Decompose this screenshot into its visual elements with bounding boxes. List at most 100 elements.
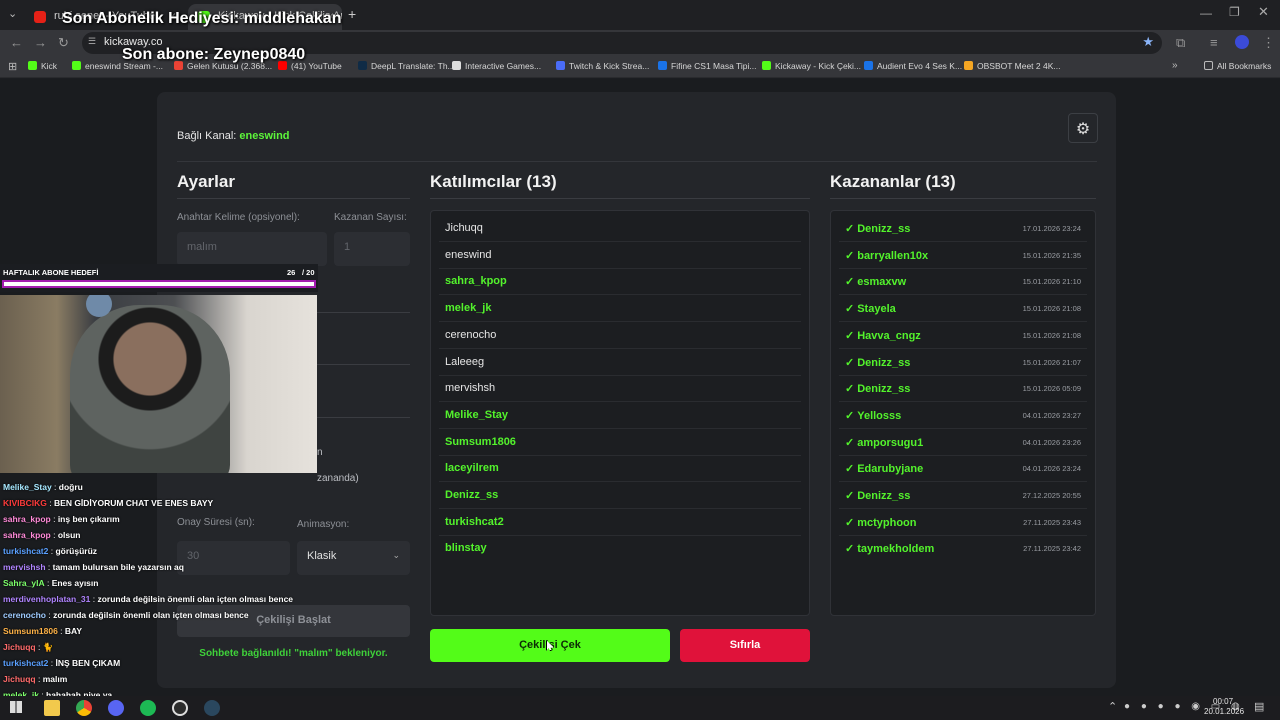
folder-icon — [1204, 61, 1213, 70]
winner-row: ✓ Denizz_ss 15.01.2026 21:07 — [831, 349, 1095, 376]
winners-title-divider — [830, 198, 1096, 199]
bookmark-item[interactable]: OBSBOT Meet 2 4K... — [964, 61, 1060, 71]
bookmark-label: Kick — [41, 61, 58, 71]
participant-row: cerenocho — [431, 322, 809, 349]
winner-date: 15.01.2026 21:08 — [1022, 330, 1081, 340]
animation-select[interactable]: Klasik ⌄ — [297, 541, 410, 575]
participant-name: laceyilrem — [445, 462, 499, 475]
extensions-icon[interactable]: ⧉ — [1176, 35, 1185, 51]
bookmark-label: DeepL Translate: Th... — [371, 61, 455, 71]
option-text-fragment-2: zananda) — [317, 473, 359, 484]
bookmark-item[interactable]: Fifine CS1 Masa Tipi... — [658, 61, 757, 71]
bookmark-item[interactable]: DeepL Translate: Th... — [358, 61, 455, 71]
chat-text: görüşürüz — [55, 546, 98, 556]
chat-message: mervishsh : tamam bulursan bile yazarsın… — [3, 562, 184, 572]
settings-title-divider — [177, 198, 410, 199]
youtube-icon — [34, 11, 46, 23]
webcam-person — [70, 305, 230, 473]
notification-icon[interactable]: ▤ — [1254, 700, 1264, 713]
steam-icon[interactable] — [204, 700, 220, 716]
winner-name: Denizz_ss — [857, 356, 911, 369]
media-icon[interactable]: ≡ — [1210, 35, 1218, 50]
spotify-icon[interactable] — [140, 700, 156, 716]
bookmark-item[interactable]: Twitch & Kick Strea... — [556, 61, 649, 71]
chat-text: inş ben çıkarım — [57, 514, 120, 524]
participant-row: laceyilrem — [431, 455, 809, 483]
apps-icon[interactable]: ⊞ — [8, 60, 17, 73]
sub-goal-widget: HAFTALIK ABONE HEDEFİ 26 / 20 — [0, 264, 318, 292]
tab-search-icon[interactable]: ⌄ — [8, 7, 17, 20]
gear-icon: ⚙ — [1075, 121, 1091, 138]
menu-icon[interactable]: ⋮ — [1262, 35, 1275, 51]
forward-icon[interactable]: → — [34, 35, 47, 50]
confirm-time-label: Onay Süresi (sn): — [177, 517, 255, 528]
bookmark-star-icon[interactable]: ★ — [1142, 34, 1154, 50]
chat-message: sahra_kpop : olsun — [3, 530, 80, 540]
chat-text: olsun — [57, 530, 81, 540]
clock-time[interactable]: 00:07 — [1213, 697, 1233, 706]
profile-avatar[interactable] — [1235, 35, 1249, 49]
bookmark-label: Interactive Games... — [465, 61, 542, 71]
confirm-time-input[interactable]: 30 — [177, 541, 290, 575]
obs-icon[interactable] — [172, 700, 188, 716]
participant-name: blinstay — [445, 542, 487, 555]
channel-name: eneswind — [239, 130, 290, 142]
new-tab-button[interactable]: + — [348, 6, 356, 22]
chat-text: 🐈 — [42, 642, 54, 652]
connection-status: Sohbete bağlanıldı! "malım" bekleniyor. — [199, 648, 388, 659]
winner-row: ✓ barryallen10x 15.01.2026 21:35 — [831, 242, 1095, 269]
reload-icon[interactable]: ↻ — [58, 35, 69, 51]
winner-name: Havva_cngz — [857, 329, 921, 342]
chat-username: sahra_kpop — [3, 530, 51, 540]
bookmark-favicon-icon — [556, 61, 565, 70]
keyword-input[interactable]: malım — [177, 232, 327, 266]
bookmark-item[interactable]: Kick — [28, 61, 57, 71]
winner-count-label: Kazanan Sayısı: — [334, 212, 407, 223]
restore-icon[interactable]: ❐ — [1229, 5, 1240, 19]
clock-date[interactable]: 20.01.2026 — [1204, 707, 1244, 716]
participants-list: Jichuqq eneswind sahra_kpop melek_jk cerenoc… — [430, 210, 810, 616]
winners-title: Kazananlar (13) — [830, 172, 956, 191]
tray-chevron-icon[interactable]: ⌃ — [1108, 700, 1117, 713]
winner-date: 15.01.2026 21:07 — [1022, 357, 1081, 367]
winner-date: 27.11.2025 23:42 — [1023, 544, 1081, 554]
bookmark-favicon-icon — [28, 61, 37, 70]
checkmark-icon: ✓ — [845, 249, 855, 262]
back-icon[interactable]: ← — [10, 35, 23, 50]
chat-text: Enes ayısın — [51, 578, 99, 588]
more-bookmarks-icon[interactable]: » — [1172, 60, 1178, 71]
chat-username: turkishcat2 — [3, 546, 49, 556]
chat-separator: : — [44, 578, 52, 588]
checkmark-icon: ✓ — [845, 516, 855, 529]
winner-row: ✓ Denizz_ss 27.12.2025 20:55 — [831, 482, 1095, 509]
winner-count-input[interactable]: 1 — [334, 232, 410, 266]
discord-icon[interactable] — [108, 700, 124, 716]
close-window-icon[interactable]: ✕ — [1258, 4, 1269, 20]
bookmark-item[interactable]: Audient Evo 4 Ses K... — [864, 61, 962, 71]
bookmark-item[interactable]: Interactive Games... — [452, 61, 541, 71]
minimize-icon[interactable]: — — [1200, 6, 1212, 20]
site-info-icon[interactable]: ☰ — [88, 36, 96, 47]
chat-text: malım — [42, 674, 68, 684]
file-explorer-icon[interactable] — [44, 700, 60, 716]
bookmark-label: Twitch & Kick Strea... — [569, 61, 650, 71]
winner-date: 04.01.2026 23:26 — [1022, 437, 1081, 447]
winner-row: ✓ Yellosss 04.01.2026 23:27 — [831, 402, 1095, 429]
settings-gear-button[interactable]: ⚙ — [1068, 113, 1098, 143]
chat-text: BAY — [64, 626, 83, 636]
chat-separator: : — [50, 514, 58, 524]
participant-name: sahra_kpop — [445, 275, 507, 288]
participant-row: Melike_Stay — [431, 402, 809, 429]
participant-name: cerenocho — [445, 328, 497, 341]
participant-name: Jichuqq — [445, 222, 483, 234]
winner-row: ✓ Havva_cngz 15.01.2026 21:08 — [831, 322, 1095, 349]
draw-winner-button[interactable]: Çekilişi Çek — [430, 629, 670, 662]
all-bookmarks[interactable]: All Bookmarks — [1204, 61, 1271, 71]
bookmark-item[interactable]: Kickaway - Kick Çeki... — [762, 61, 861, 71]
reset-button[interactable]: Sıfırla — [680, 629, 810, 662]
taskbar: ⌃ ● ● ● ● ◉ ▭ ◍ 00:07 20.01.2026 ▤ — [0, 696, 1280, 720]
chat-text: BEN GİDİYORUM CHAT VE ENES BAYY — [54, 498, 214, 508]
windows-start-icon[interactable] — [10, 701, 22, 713]
winner-date: 04.01.2026 23:27 — [1022, 410, 1081, 420]
chrome-icon[interactable] — [76, 700, 92, 716]
